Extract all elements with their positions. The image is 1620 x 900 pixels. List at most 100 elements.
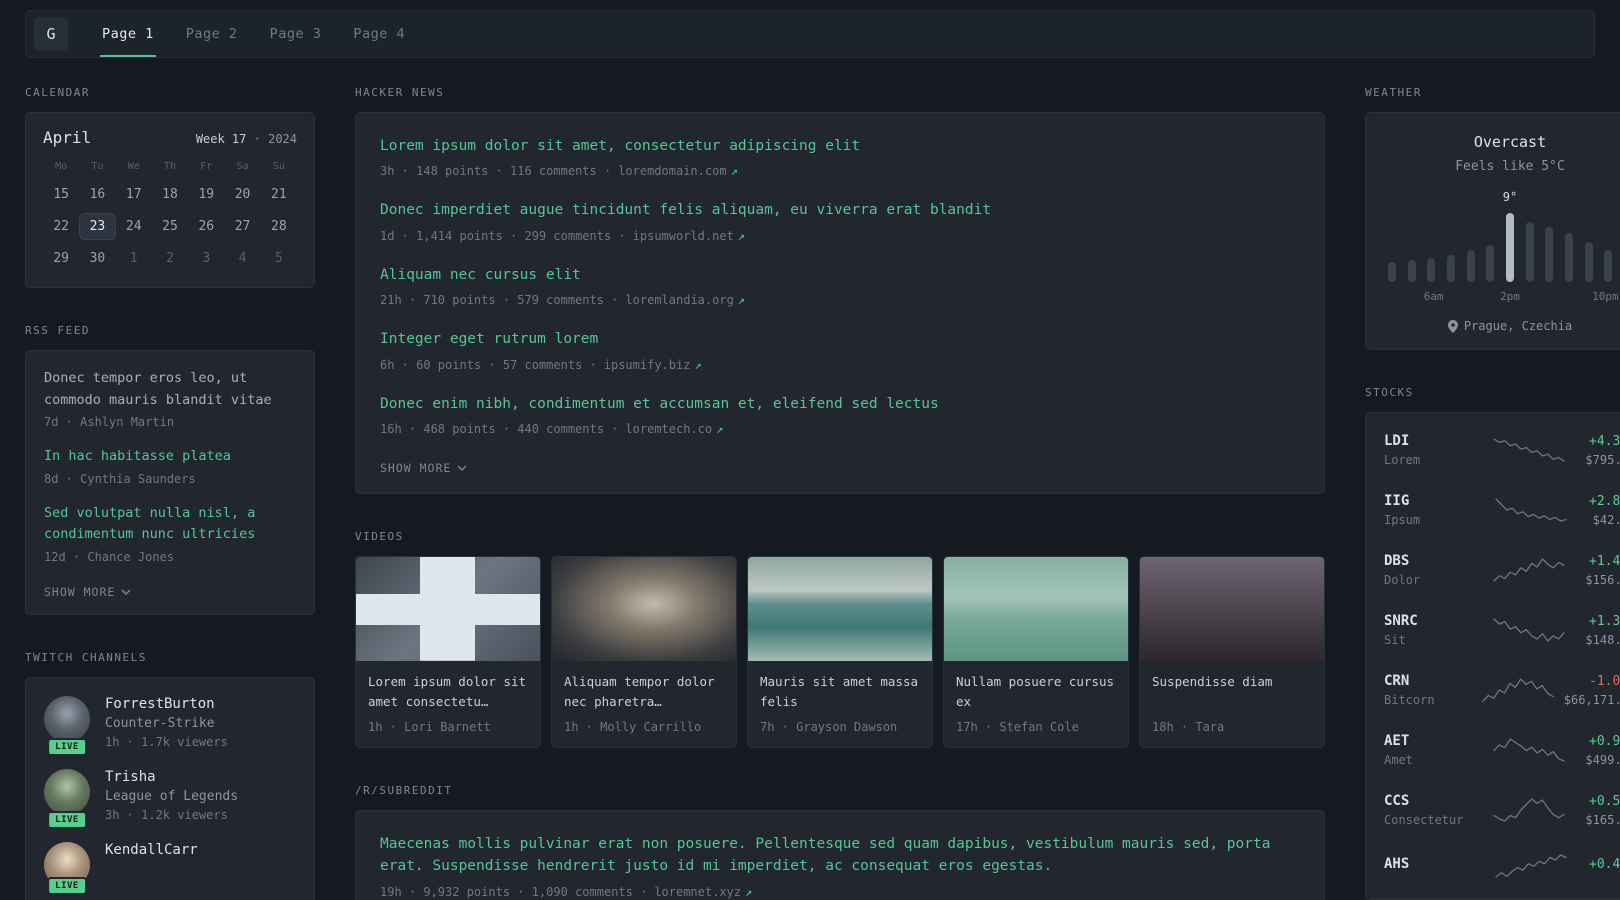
stocks-card: LDI Lorem +4.35% $795.18 IIG Ipsum [1365,412,1620,900]
tab-page-2[interactable]: Page 2 [170,11,254,57]
rss-item-meta: 8d · Cynthia Saunders [44,471,196,486]
channel-info: Trisha League of Legends 3h · 1.2k viewe… [105,769,238,822]
video-card[interactable]: Suspendisse diam 18h · Tara [1139,556,1325,748]
hn-item-source-link[interactable]: loremdomain.com ↗ [618,164,738,178]
video-title: Nullam posuere cursus ex [956,673,1115,709]
stock-row[interactable]: CRN Bitcorn -1.00% $66,171.48 [1384,660,1620,720]
weather-bar [1545,227,1554,282]
stock-id: DBS Dolor [1384,553,1472,587]
calendar-day: 17 [125,187,142,202]
channel-meta: 3h · 1.2k viewers [105,807,228,822]
hn-item-stats: 21h · 710 points · 579 comments · [380,293,619,308]
stock-ticker: CCS [1384,793,1410,809]
twitch-channel[interactable]: LIVE ForrestBurton Counter-Strike 1h · 1… [44,695,296,756]
calendar-dow: Tu [91,161,104,172]
hn-item-title[interactable]: Lorem ipsum dolor sit amet, consectetur … [380,135,1300,157]
tab-page-4[interactable]: Page 4 [337,11,421,57]
page-tabs: Page 1 Page 2 Page 3 Page 4 [86,11,421,57]
stock-values: +1.42% $156.28 [1585,554,1620,587]
twitch-channel[interactable]: LIVE Trisha League of Legends 3h · 1.2k … [44,768,296,829]
hn-show-more-button[interactable]: SHOW MORE [380,461,1300,475]
hn-item-title[interactable]: Integer eget rutrum lorem [380,328,1300,350]
app-logo[interactable]: G [34,17,68,51]
hn-item-stats: 6h · 60 points · 57 comments · [380,357,597,372]
weather-location-text: Prague, Czechia [1463,319,1573,333]
twitch-widget: TWITCH CHANNELS LIVE ForrestBurton Count… [25,651,315,900]
rss-item-meta: 7d · Ashlyn Martin [44,415,175,430]
stock-row[interactable]: AET Amet +0.92% $499.72 [1384,720,1620,780]
video-meta: 18h · Tara [1152,719,1225,734]
stock-change: +2.84% [1589,493,1620,509]
subreddit-item-title[interactable]: Maecenas mollis pulvinar erat non posuer… [380,833,1300,878]
hacker-news-widget: HACKER NEWS Lorem ipsum dolor sit amet, … [355,86,1325,495]
stock-price: $66,171.48 [1563,692,1620,707]
weather-bar [1584,241,1593,282]
stock-row[interactable]: AHS +0.46% [1384,840,1620,892]
live-badge: LIVE [47,737,87,756]
external-link-icon: ↗ [737,293,746,308]
calendar-day: 21 [271,187,287,202]
weather-bar [1407,260,1416,282]
stock-row[interactable]: DBS Dolor +1.42% $156.28 [1384,540,1620,600]
stock-ticker: SNRC [1384,613,1418,629]
stock-row[interactable]: IIG Ipsum +2.84% $42.04 [1384,480,1620,540]
channel-name: Trisha [105,768,156,785]
video-card[interactable]: Lorem ipsum dolor sit amet consectetu… 1… [355,556,541,748]
weather-bar [1427,257,1436,282]
hn-item-stats: 1d · 1,414 points · 299 comments · [380,228,626,243]
rss-item-title[interactable]: Sed volutpat nulla nisl, a condimentum n… [44,503,296,546]
calendar-day: 30 [89,251,106,266]
calendar-day: 22 [53,219,69,234]
subreddit-item-source-link[interactable]: loremnet.xyz ↗ [654,885,752,899]
widget-title-hacker-news: HACKER NEWS [355,86,445,99]
rss-item-title[interactable]: Donec tempor eros leo, ut commodo mauris… [44,368,296,411]
stock-price: $795.18 [1585,452,1620,467]
video-card[interactable]: Aliquam tempor dolor nec pharetra… 1h · … [551,556,737,748]
channel-name: KendallCarr [105,841,198,858]
tab-page-1[interactable]: Page 1 [86,11,170,57]
stock-ticker: AET [1384,733,1410,749]
live-badge: LIVE [47,810,87,829]
weather-condition: Overcast [1473,133,1547,151]
stock-name: Ipsum [1384,513,1421,527]
stock-row[interactable]: CCS Consectetur +0.51% $165.84 [1384,780,1620,840]
stock-name: Bitcorn [1384,693,1435,707]
weather-feels-like: Feels like 5°C [1455,159,1565,174]
stock-id: CRN Bitcorn [1384,673,1472,707]
rss-item-title[interactable]: In hac habitasse platea [44,446,296,468]
hn-item-title[interactable]: Donec imperdiet augue tincidunt felis al… [380,199,1300,221]
hn-item-source-link[interactable]: ipsumworld.net ↗ [633,229,745,243]
stock-ticker: AHS [1384,856,1410,872]
rss-item: Donec tempor eros leo, ut commodo mauris… [44,368,296,429]
hn-item-source-link[interactable]: loremlandia.org ↗ [625,293,745,307]
tab-page-3[interactable]: Page 3 [254,11,338,57]
twitch-card: LIVE ForrestBurton Counter-Strike 1h · 1… [25,676,315,900]
video-thumbnail [944,557,1128,661]
weather-time-label: 6am [1423,290,1444,303]
hn-item-source-link[interactable]: loremtech.co ↗ [625,422,723,436]
video-card[interactable]: Mauris sit amet massa felis 7h · Grayson… [747,556,933,748]
stock-row[interactable]: LDI Lorem +4.35% $795.18 [1384,420,1620,480]
hn-item: Integer eget rutrum lorem 6h · 60 points… [380,328,1300,371]
rss-show-more-button[interactable]: SHOW MORE [44,585,296,599]
hn-item-source-link[interactable]: ipsumify.biz ↗ [604,358,702,372]
hn-item-meta: 1d · 1,414 points · 299 comments · ipsumw… [380,229,1300,243]
calendar-dow: Sa [236,161,249,172]
video-meta: 1h · Molly Carrillo [564,719,702,734]
stocks-widget: STOCKS LDI Lorem +4.35% $795.18 IIG [1365,386,1620,900]
weather-location: Prague, Czechia [1386,319,1620,333]
weather-bar [1388,261,1396,282]
hn-item-title[interactable]: Donec enim nibh, condimentum et accumsan… [380,393,1300,415]
hn-item-title[interactable]: Aliquam nec cursus elit [380,264,1300,286]
chevron-down-icon [121,589,131,595]
twitch-channel[interactable]: LIVE KendallCarr [44,841,296,895]
stock-ticker: LDI [1384,433,1410,449]
stock-row[interactable]: SNRC Sit +1.36% $148.64 [1384,600,1620,660]
stock-change: +0.92% [1589,733,1620,749]
video-thumbnail [1140,557,1324,661]
weather-bar-chart: 9° [1386,190,1620,282]
widget-title-videos: VIDEOS [355,530,404,544]
calendar-day-next-month: 2 [166,251,174,266]
video-meta: 1h · Lori Barnett [368,719,491,734]
video-card[interactable]: Nullam posuere cursus ex 17h · Stefan Co… [943,556,1129,748]
